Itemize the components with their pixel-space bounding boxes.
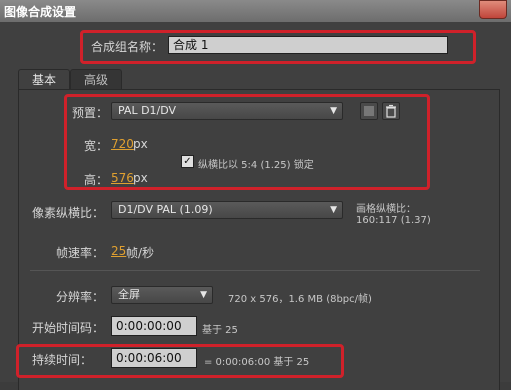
resolution-info: 720 x 576，1.6 MB (8bpc/帧) — [228, 294, 372, 305]
height-label: 高： — [84, 173, 109, 187]
pixel-aspect-label: 像素纵横比： — [32, 206, 105, 220]
chevron-down-icon: ▼ — [330, 205, 337, 215]
title-bar: 图像合成设置 — [0, 0, 511, 23]
close-icon[interactable] — [479, 0, 507, 19]
save-icon — [364, 106, 374, 116]
duration-label: 持续时间： — [32, 353, 93, 367]
frame-rate-label: 帧速率： — [56, 246, 105, 260]
pixel-aspect-dropdown[interactable]: D1/DV PAL (1.09) ▼ — [111, 201, 343, 219]
resolution-dropdown[interactable]: 全屏 ▼ — [111, 286, 213, 304]
comp-name-field[interactable]: 合成 1 — [168, 36, 448, 54]
preset-value: PAL D1/DV — [118, 104, 177, 117]
aspect-lock-checkbox[interactable]: ✓ — [181, 155, 194, 168]
frame-aspect-label: 画格纵横比： — [356, 204, 416, 215]
composition-settings-dialog: 合成组名称： 合成 1 基本 高级 预置： PAL D1/DV ▼ 宽： 720… — [0, 22, 511, 390]
chevron-down-icon: ▼ — [200, 290, 207, 300]
width-value[interactable]: 720 — [111, 137, 134, 151]
frame-rate-value[interactable]: 25 — [111, 244, 126, 258]
preset-dropdown[interactable]: PAL D1/DV ▼ — [111, 102, 343, 120]
aspect-lock-label: 纵横比以 5:4 (1.25) 锁定 — [198, 160, 314, 171]
frame-aspect-value: 160:117 (1.37) — [356, 215, 431, 226]
resolution-value: 全屏 — [118, 288, 140, 301]
save-preset-button[interactable] — [360, 102, 378, 120]
width-label: 宽： — [84, 139, 109, 153]
comp-name-label: 合成组名称： — [91, 40, 164, 54]
preset-label: 预置： — [72, 106, 109, 120]
duration-field[interactable]: 0:00:06:00 — [111, 348, 197, 368]
width-unit: px — [133, 137, 148, 151]
start-timecode-note: 基于 25 — [202, 325, 238, 336]
start-timecode-label: 开始时间码： — [32, 321, 105, 335]
duration-note: = 0:00:06:00 基于 25 — [204, 357, 310, 368]
resolution-label: 分辨率： — [56, 290, 105, 304]
height-unit: px — [133, 171, 148, 185]
height-value[interactable]: 576 — [111, 171, 134, 185]
frame-rate-unit: 帧/秒 — [126, 246, 155, 260]
pixel-aspect-value: D1/DV PAL (1.09) — [118, 203, 213, 216]
divider — [30, 270, 480, 271]
trash-icon — [386, 104, 396, 118]
start-timecode-field[interactable]: 0:00:00:00 — [111, 316, 197, 336]
tab-basic[interactable]: 基本 — [18, 69, 70, 90]
tab-advanced[interactable]: 高级 — [70, 69, 122, 90]
delete-preset-button[interactable] — [382, 102, 400, 120]
window-title: 图像合成设置 — [4, 5, 77, 19]
chevron-down-icon: ▼ — [330, 106, 337, 116]
